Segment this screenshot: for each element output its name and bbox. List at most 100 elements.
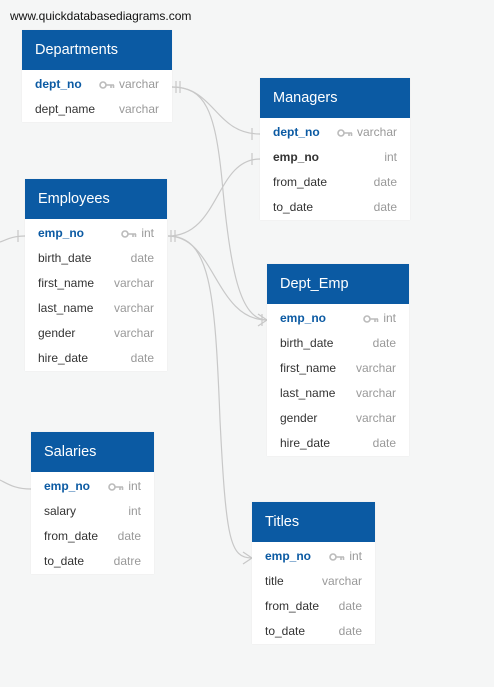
link-employees-managers	[167, 158, 261, 237]
column-row[interactable]: to_date datre	[31, 549, 154, 574]
column-row[interactable]: first_name varchar	[267, 356, 409, 381]
column-row[interactable]: dept_name varchar	[22, 97, 172, 122]
link-employees-deptemp	[167, 235, 268, 321]
column-row[interactable]: emp_no int	[267, 306, 409, 331]
column-name: title	[265, 574, 284, 588]
column-type: int	[128, 504, 141, 518]
column-type: int	[384, 150, 397, 164]
column-type: varchar	[355, 386, 396, 400]
column-name: salary	[44, 504, 77, 518]
table-header[interactable]: Titles	[252, 502, 375, 542]
column-type: date	[373, 175, 397, 189]
column-type: varchar	[356, 125, 397, 139]
column-type: varchar	[118, 102, 159, 116]
column-type: varchar	[355, 411, 396, 425]
column-name: emp_no	[265, 549, 312, 563]
table-titles[interactable]: Titles emp_no int title varchar from_dat…	[252, 502, 375, 644]
key-icon	[121, 229, 137, 238]
column-type: varchar	[113, 326, 154, 340]
column-type: date	[338, 599, 362, 613]
table-header[interactable]: Employees	[25, 179, 167, 219]
column-row[interactable]: gender varchar	[267, 406, 409, 431]
column-name: last_name	[280, 386, 336, 400]
column-name: emp_no	[280, 311, 327, 325]
column-row[interactable]: emp_no int	[252, 544, 375, 569]
column-row[interactable]: birth_date date	[267, 331, 409, 356]
column-name: gender	[280, 411, 318, 425]
column-type: varchar	[113, 301, 154, 315]
column-type: date	[338, 624, 362, 638]
column-row[interactable]: to_date date	[252, 619, 375, 644]
column-name: to_date	[273, 200, 314, 214]
column-name: first_name	[38, 276, 95, 290]
column-row[interactable]: emp_no int	[260, 145, 410, 170]
column-name: to_date	[44, 554, 85, 568]
column-type: varchar	[118, 77, 159, 91]
column-type: int	[383, 311, 396, 325]
column-type: varchar	[113, 276, 154, 290]
table-header[interactable]: Departments	[22, 30, 172, 70]
key-icon	[99, 80, 115, 89]
column-type: date	[130, 351, 154, 365]
link-employees-left	[0, 235, 26, 243]
column-row[interactable]: dept_no varchar	[260, 120, 410, 145]
column-row[interactable]: salary int	[31, 499, 154, 524]
column-name: dept_no	[273, 125, 320, 139]
table-managers[interactable]: Managers dept_no varchar emp_no int from…	[260, 78, 410, 220]
column-row[interactable]: from_date date	[252, 594, 375, 619]
table-salaries[interactable]: Salaries emp_no int salary int from_date…	[31, 432, 154, 574]
column-type: date	[373, 200, 397, 214]
link-salaries-left	[0, 479, 32, 490]
key-icon	[363, 314, 379, 323]
column-type: datre	[113, 554, 141, 568]
column-row[interactable]: hire_date date	[25, 346, 167, 371]
table-employees[interactable]: Employees emp_no int birth_date date fir…	[25, 179, 167, 371]
column-name: birth_date	[280, 336, 334, 350]
column-type: date	[117, 529, 141, 543]
column-type: int	[141, 226, 154, 240]
column-name: emp_no	[38, 226, 85, 240]
column-row[interactable]: hire_date date	[267, 431, 409, 456]
column-name: emp_no	[273, 150, 320, 164]
column-name: gender	[38, 326, 76, 340]
column-row[interactable]: title varchar	[252, 569, 375, 594]
table-header[interactable]: Dept_Emp	[267, 264, 409, 304]
column-row[interactable]: to_date date	[260, 195, 410, 220]
link-employees-titles	[167, 235, 253, 559]
column-row[interactable]: birth_date date	[25, 246, 167, 271]
column-type: date	[130, 251, 154, 265]
table-header[interactable]: Salaries	[31, 432, 154, 472]
column-row[interactable]: gender varchar	[25, 321, 167, 346]
column-type: int	[349, 549, 362, 563]
column-name: first_name	[280, 361, 337, 375]
column-name: from_date	[273, 175, 328, 189]
column-row[interactable]: last_name varchar	[267, 381, 409, 406]
column-row[interactable]: dept_no varchar	[22, 72, 172, 97]
table-header[interactable]: Managers	[260, 78, 410, 118]
column-name: last_name	[38, 301, 94, 315]
key-icon	[108, 482, 124, 491]
column-name: from_date	[44, 529, 99, 543]
column-row[interactable]: last_name varchar	[25, 296, 167, 321]
column-name: dept_no	[35, 77, 82, 91]
column-type: varchar	[355, 361, 396, 375]
column-row[interactable]: emp_no int	[31, 474, 154, 499]
column-row[interactable]: from_date date	[31, 524, 154, 549]
link-departments-managers	[171, 86, 261, 135]
column-name: birth_date	[38, 251, 92, 265]
column-name: from_date	[265, 599, 320, 613]
column-type: date	[372, 436, 396, 450]
column-name: hire_date	[280, 436, 331, 450]
table-departments[interactable]: Departments dept_no varchar dept_name va…	[22, 30, 172, 122]
column-name: dept_name	[35, 102, 96, 116]
column-row[interactable]: emp_no int	[25, 221, 167, 246]
column-name: hire_date	[38, 351, 89, 365]
column-row[interactable]: from_date date	[260, 170, 410, 195]
column-name: to_date	[265, 624, 306, 638]
table-dept-emp[interactable]: Dept_Emp emp_no int birth_date date firs…	[267, 264, 409, 456]
column-type: date	[372, 336, 396, 350]
column-name: emp_no	[44, 479, 91, 493]
column-type: varchar	[321, 574, 362, 588]
column-type: int	[128, 479, 141, 493]
column-row[interactable]: first_name varchar	[25, 271, 167, 296]
